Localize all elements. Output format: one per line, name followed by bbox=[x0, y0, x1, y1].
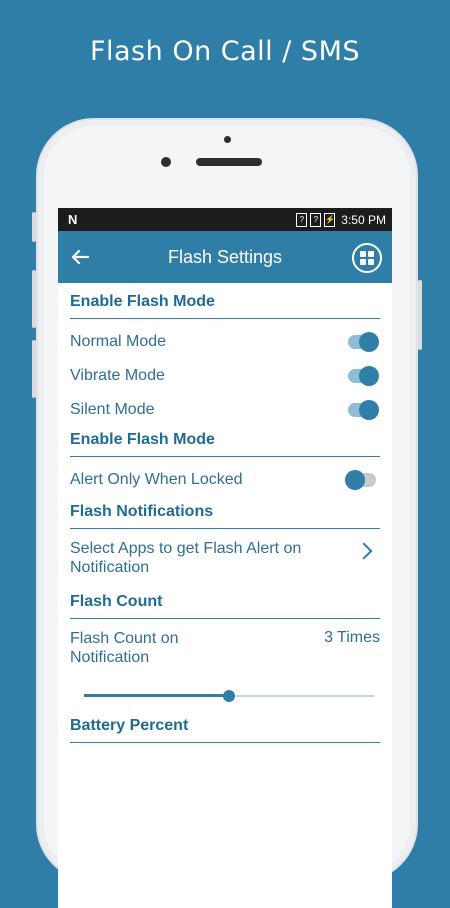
section-flash-count: Flash Count bbox=[70, 587, 380, 619]
flash-count-unit: Times bbox=[337, 629, 380, 646]
normal-mode-label: Normal Mode bbox=[70, 333, 167, 350]
flash-count-label: Flash Count on Notification bbox=[70, 630, 179, 666]
phone-power-button bbox=[418, 280, 422, 350]
settings-content: Enable Flash Mode Normal Mode Vibrate Mo… bbox=[58, 283, 392, 908]
notification-n-icon: N bbox=[68, 212, 78, 227]
battery-icon: ⚡ bbox=[324, 212, 336, 227]
row-select-apps[interactable]: Select Apps to get Flash Alert on Notifi… bbox=[70, 529, 380, 587]
row-alert-locked[interactable]: Alert Only When Locked bbox=[70, 457, 380, 503]
earpiece-speaker bbox=[196, 158, 262, 166]
phone-screen: N ? ? ⚡ 3:50 PM Flash Settings Enable Fl… bbox=[58, 208, 392, 908]
status-time: 3:50 PM bbox=[341, 212, 386, 227]
row-silent-mode[interactable]: Silent Mode bbox=[70, 393, 380, 427]
proximity-sensor bbox=[224, 136, 231, 143]
chevron-right-icon bbox=[355, 542, 373, 560]
phone-volume-up bbox=[32, 270, 36, 328]
vibrate-mode-toggle[interactable] bbox=[348, 366, 379, 386]
select-apps-label: Select Apps to get Flash Alert on Notifi… bbox=[70, 540, 302, 576]
section-flash-notifications: Flash Notifications bbox=[70, 503, 380, 529]
row-vibrate-mode[interactable]: Vibrate Mode bbox=[70, 359, 380, 393]
flash-count-slider[interactable] bbox=[84, 681, 374, 711]
silent-mode-label: Silent Mode bbox=[70, 401, 155, 418]
signal-icon: ? bbox=[296, 212, 308, 227]
page-title: Flash Settings bbox=[167, 246, 283, 267]
slider-thumb[interactable] bbox=[223, 690, 235, 702]
status-bar: N ? ? ⚡ 3:50 PM bbox=[58, 208, 392, 231]
phone-side-button bbox=[32, 212, 36, 242]
grid-menu-icon bbox=[360, 251, 374, 265]
slider-fill bbox=[84, 694, 229, 697]
vibrate-mode-label: Vibrate Mode bbox=[70, 367, 165, 384]
sim-icon: ? bbox=[310, 212, 322, 227]
section-enable-flash-mode-2: Enable Flash Mode bbox=[70, 427, 380, 457]
row-normal-mode[interactable]: Normal Mode bbox=[70, 325, 380, 359]
front-camera bbox=[161, 157, 171, 167]
section-battery-percent: Battery Percent bbox=[70, 711, 380, 743]
flash-count-number: 3 bbox=[324, 629, 334, 646]
row-flash-count: Flash Count on Notification 3 Times bbox=[70, 619, 380, 677]
back-button[interactable] bbox=[58, 231, 102, 283]
back-arrow-icon bbox=[71, 249, 90, 265]
promo-title: Flash On Call / SMS bbox=[89, 36, 361, 67]
grid-menu-button[interactable] bbox=[352, 243, 382, 273]
flash-count-value: 3 Times bbox=[301, 629, 380, 647]
alert-locked-toggle[interactable] bbox=[345, 470, 376, 490]
section-enable-flash-mode: Enable Flash Mode bbox=[70, 283, 380, 319]
normal-mode-toggle[interactable] bbox=[348, 332, 379, 352]
phone-volume-down bbox=[32, 340, 36, 398]
app-bar: Flash Settings bbox=[58, 231, 392, 283]
alert-locked-label: Alert Only When Locked bbox=[70, 471, 243, 488]
phone-frame: N ? ? ⚡ 3:50 PM Flash Settings Enable Fl… bbox=[32, 118, 422, 908]
silent-mode-toggle[interactable] bbox=[348, 400, 379, 420]
